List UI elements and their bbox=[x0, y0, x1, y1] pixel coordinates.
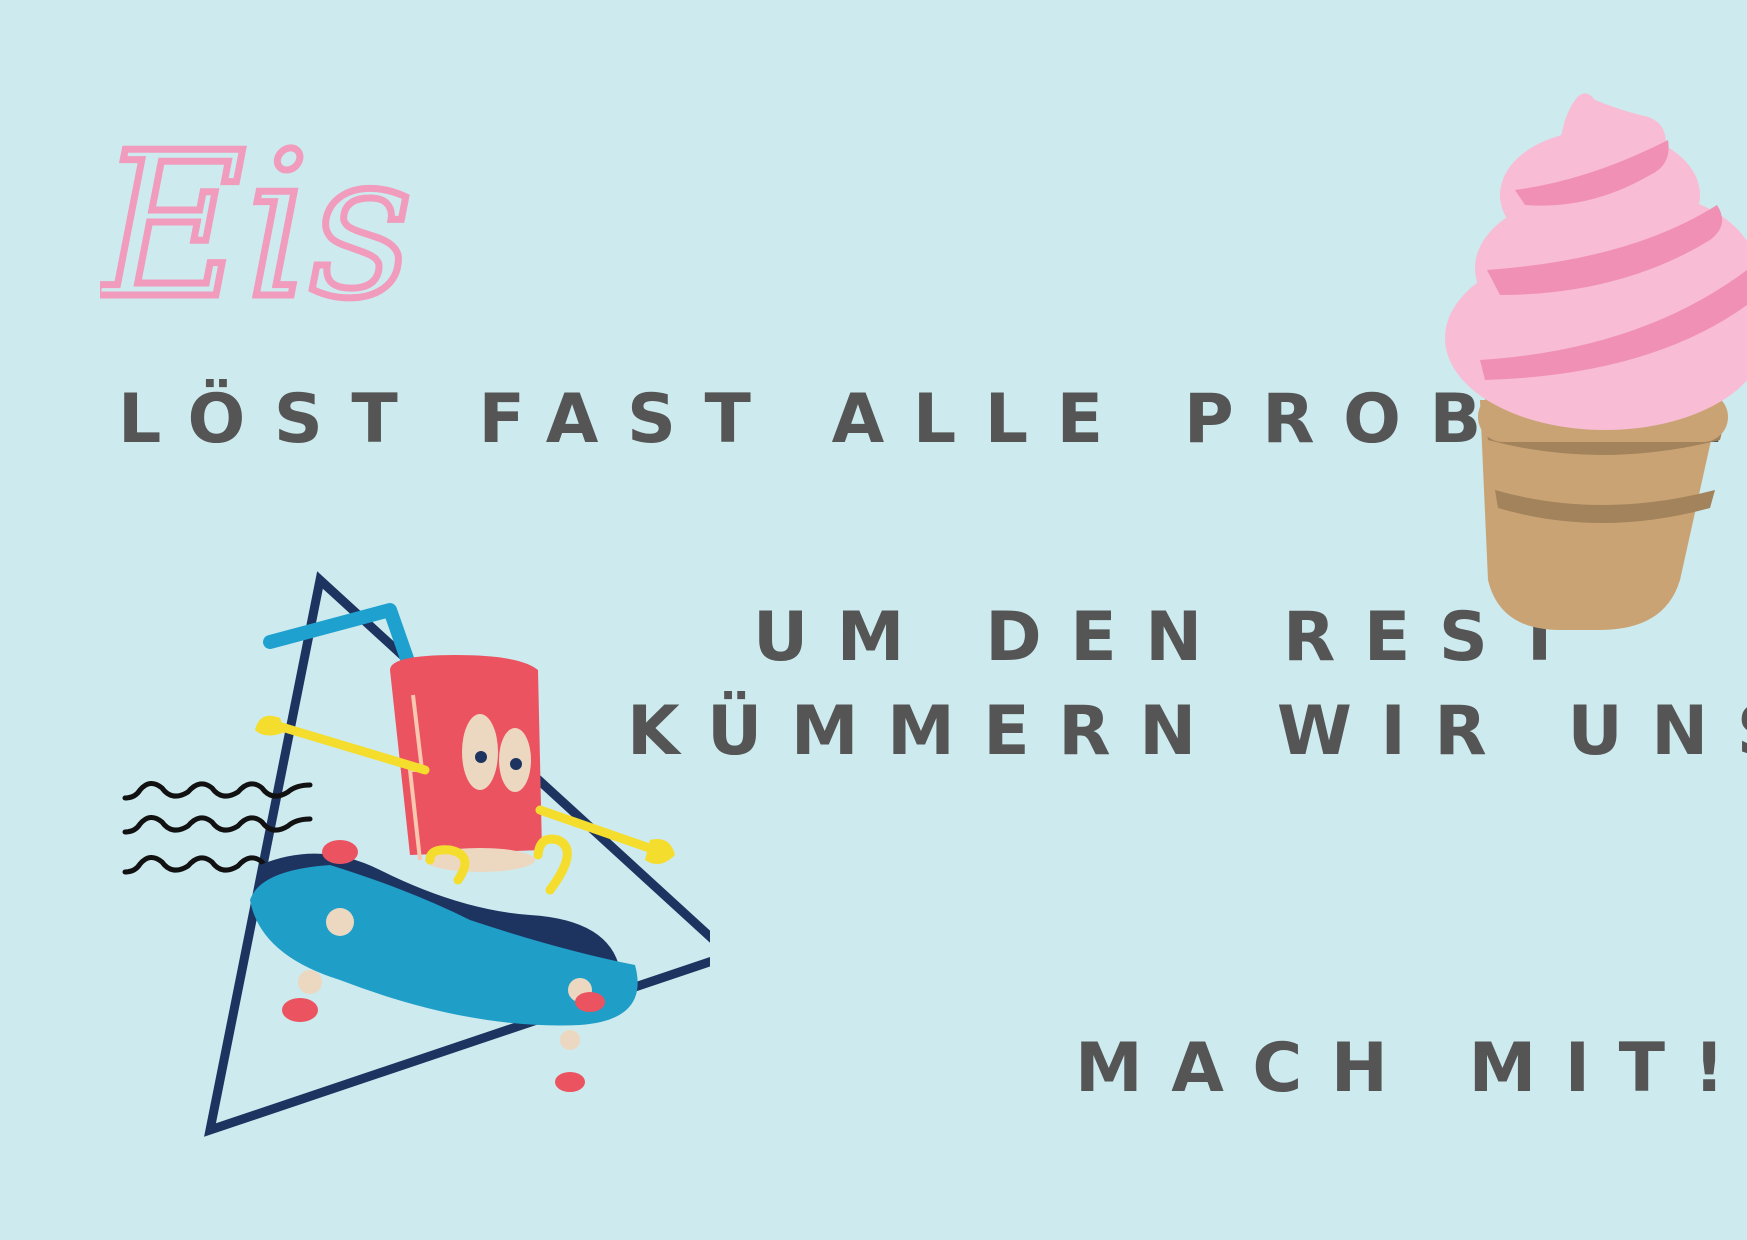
script-title-text: Eis bbox=[100, 110, 413, 343]
call-to-action-text: MACH MIT! bbox=[1075, 1029, 1747, 1108]
ice-cream-cone-icon bbox=[1445, 93, 1747, 630]
poster-card: Eis LÖST FAST ALLE PROBLEME UM DEN REST … bbox=[0, 0, 1747, 1240]
script-title: Eis bbox=[100, 107, 416, 346]
soft-serve-scoop-icon bbox=[1445, 93, 1747, 430]
subline-2-text: KÜMMERN WIR UNS bbox=[627, 692, 1747, 771]
skateboard-cup-illustration bbox=[122, 571, 710, 1137]
